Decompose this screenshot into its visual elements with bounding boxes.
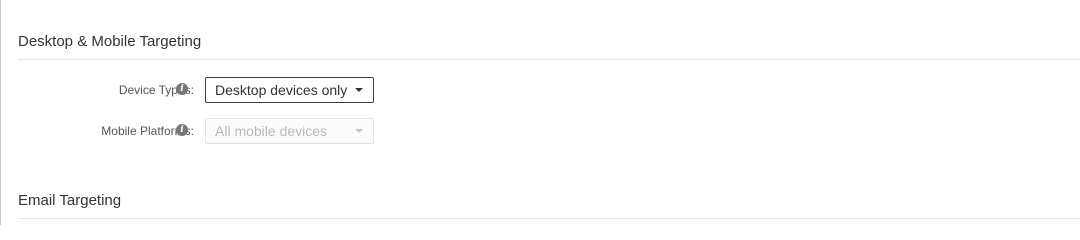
info-icon[interactable]: i [176,124,188,136]
mobile-platforms-select: All mobile devices [205,118,374,144]
section-title: Email Targeting [18,192,122,209]
email-targeting-header: Email Targeting [18,192,1080,219]
device-types-value: Desktop devices only [215,82,348,98]
mobile-platforms-row: Mobile Platforms: i All mobile devices [2,118,402,144]
email-targeting-section: Email Targeting [2,160,1080,225]
section-title: Desktop & Mobile Targeting [18,33,202,50]
device-targeting-section: Desktop & Mobile Targeting Device Types:… [2,0,1080,160]
info-icon[interactable]: i [176,83,188,95]
device-types-select[interactable]: Desktop devices only [205,77,374,103]
targeting-panel: Desktop & Mobile Targeting Device Types:… [0,0,1080,225]
mobile-platforms-value: All mobile devices [215,123,328,139]
device-targeting-header: Desktop & Mobile Targeting [18,33,1080,60]
device-types-row: Device Types: i Desktop devices only [2,77,402,103]
caret-down-icon [355,129,363,133]
caret-down-icon [355,88,363,92]
